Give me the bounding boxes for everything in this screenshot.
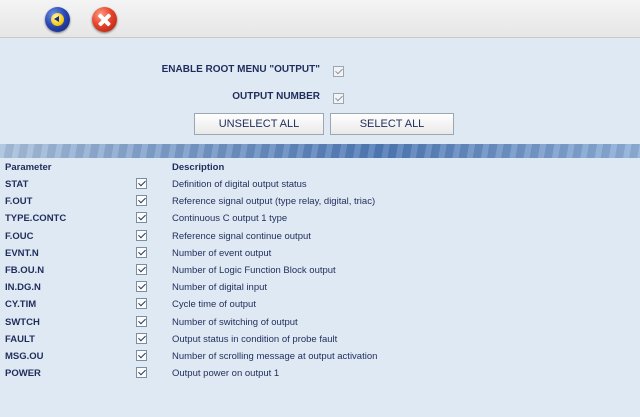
toolbar	[0, 0, 640, 38]
table-row: FAULT Output status in condition of prob…	[0, 331, 640, 348]
parameter-name: FAULT	[5, 333, 35, 345]
table-row: MSG.OU Number of scrolling message at ou…	[0, 348, 640, 365]
parameter-checkbox[interactable]	[136, 367, 147, 379]
table-header: Parameter Description	[0, 160, 640, 174]
parameter-checkbox[interactable]	[136, 212, 147, 224]
parameter-description: Number of digital input	[172, 282, 268, 294]
enable-root-menu-option: ENABLE ROOT MENU "OUTPUT"	[0, 62, 640, 78]
table-row: F.OUT Reference signal output (type rela…	[0, 193, 640, 210]
parameter-description: Output status in condition of probe faul…	[172, 333, 338, 345]
parameter-description: Definition of digital output status	[172, 179, 307, 190]
parameter-checkbox[interactable]	[136, 178, 147, 189]
parameter-name: POWER	[5, 368, 41, 380]
parameter-table: STAT Definition of digital output status…	[0, 176, 640, 382]
output-number-label: OUTPUT NUMBER	[232, 91, 320, 102]
parameter-description: Cycle time of output	[172, 299, 256, 311]
parameter-name: TYPE.CONTC	[5, 213, 67, 225]
close-icon[interactable]	[92, 7, 117, 32]
output-number-checkbox[interactable]	[333, 93, 344, 104]
enable-root-menu-checkbox[interactable]	[333, 66, 344, 77]
enable-root-menu-label: ENABLE ROOT MENU "OUTPUT"	[161, 64, 320, 75]
output-number-option: OUTPUT NUMBER	[0, 89, 640, 105]
table-row: STAT Definition of digital output status	[0, 176, 640, 193]
parameter-checkbox[interactable]	[136, 263, 147, 275]
parameter-name: F.OUC	[5, 230, 34, 242]
table-row: FB.OU.N Number of Logic Function Block o…	[0, 262, 640, 279]
parameter-description: Continuous C output 1 type	[172, 213, 288, 225]
parameter-checkbox[interactable]	[136, 195, 147, 207]
parameter-description: Number of switching of output	[172, 316, 298, 328]
back-arrow-icon[interactable]	[45, 7, 70, 32]
parameter-checkbox[interactable]	[136, 349, 147, 361]
parameter-description: Reference signal continue output	[172, 230, 311, 242]
parameter-checkbox[interactable]	[136, 332, 147, 344]
parameter-column-header: Parameter	[5, 162, 52, 173]
table-row: EVNT.N Number of event output	[0, 245, 640, 262]
parameter-name: IN.DG.N	[5, 282, 41, 294]
parameter-description: Reference signal output (type relay, dig…	[172, 196, 376, 208]
parameter-name: CY.TIM	[5, 299, 37, 311]
parameter-checkbox[interactable]	[136, 246, 147, 258]
unselect-all-button[interactable]: UNSELECT ALL	[194, 113, 324, 135]
parameter-checkbox[interactable]	[136, 298, 147, 310]
parameter-name: EVNT.N	[5, 247, 39, 259]
parameter-description: Number of Logic Function Block output	[172, 264, 336, 276]
parameter-description: Output power on output 1	[172, 368, 280, 380]
parameter-description: Number of event output	[172, 247, 272, 259]
table-row: SWTCH Number of switching of output	[0, 314, 640, 331]
description-column-header: Description	[172, 162, 225, 173]
section-banner	[0, 144, 640, 158]
parameter-checkbox[interactable]	[136, 281, 147, 293]
table-row: F.OUC Reference signal continue output	[0, 228, 640, 245]
select-all-button[interactable]: SELECT ALL	[330, 113, 454, 135]
table-row: POWER Output power on output 1	[0, 365, 640, 382]
table-row: TYPE.CONTC Continuous C output 1 type	[0, 210, 640, 227]
table-row: IN.DG.N Number of digital input	[0, 279, 640, 296]
parameter-checkbox[interactable]	[136, 315, 147, 327]
parameter-name: F.OUT	[5, 196, 33, 208]
parameter-name: FB.OU.N	[5, 264, 45, 276]
parameter-name: MSG.OU	[5, 350, 44, 362]
parameter-name: STAT	[5, 179, 29, 190]
parameter-name: SWTCH	[5, 316, 40, 328]
parameter-description: Number of scrolling message at output ac…	[172, 350, 378, 362]
table-row: CY.TIM Cycle time of output	[0, 296, 640, 313]
parameter-checkbox[interactable]	[136, 229, 147, 241]
